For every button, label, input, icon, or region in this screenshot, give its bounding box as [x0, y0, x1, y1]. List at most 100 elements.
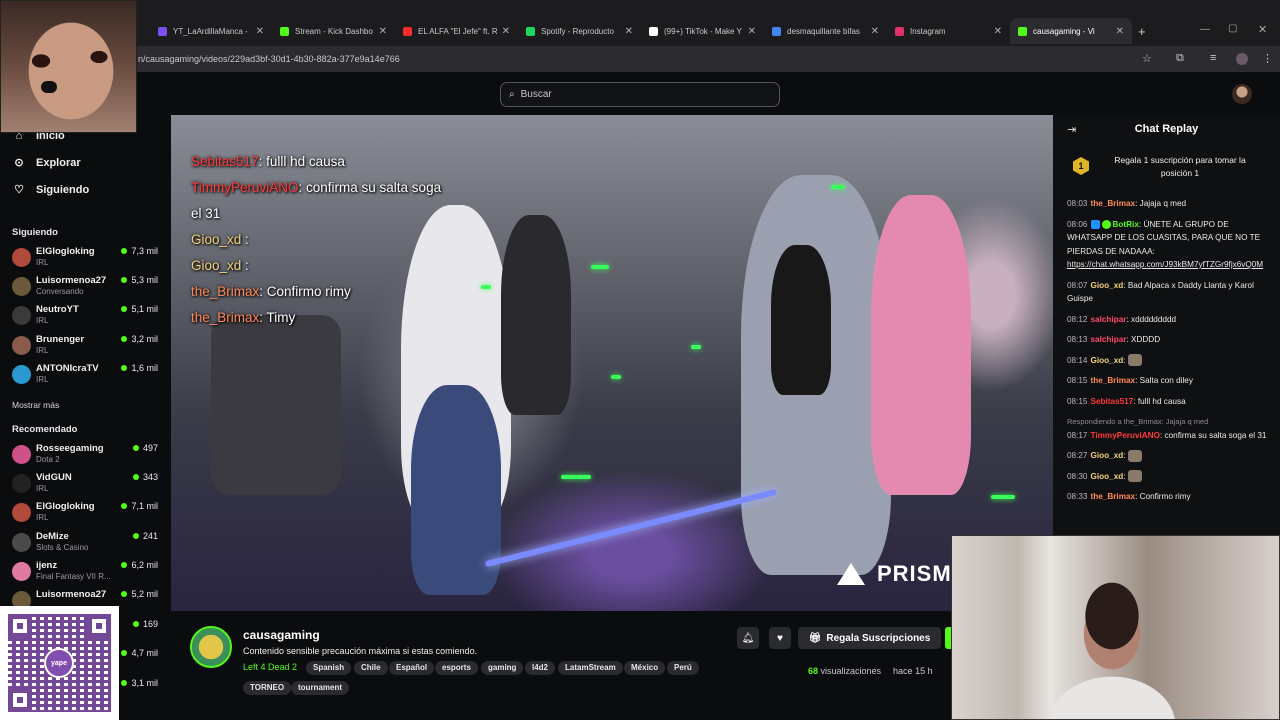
tag-chip[interactable]: Español: [389, 661, 435, 675]
browser-tab-bar: YT_LaArdillaManca - ✕ Stream - Kick Dashbo…: [0, 0, 1280, 46]
sidebar-channel[interactable]: Rosseegaming Dota 2 497: [12, 443, 162, 469]
user-avatar[interactable]: [1232, 84, 1252, 104]
browser-tab[interactable]: Stream - Kick Dashbo ✕: [272, 18, 395, 44]
tab-close-icon[interactable]: ✕: [625, 26, 633, 37]
chat-text: :: [1123, 471, 1126, 481]
browser-tab[interactable]: Instagram ✕: [887, 18, 1010, 44]
tag-chip[interactable]: l4d2: [525, 661, 556, 675]
channel-category: IRL: [36, 258, 49, 267]
chat-username[interactable]: Gioo_xd: [1091, 451, 1124, 460]
overlay-chat-text: :: [241, 232, 249, 247]
avatar: [12, 364, 31, 384]
tag-chip[interactable]: Chile: [354, 661, 388, 675]
video-chat-overlay: Sebitas517: fulll hd causa TimmyPeruviANO…: [191, 149, 451, 331]
chat-username[interactable]: salchipar: [1091, 335, 1127, 344]
search-bar[interactable]: ⌕: [500, 82, 780, 107]
tab-close-icon[interactable]: ✕: [256, 26, 264, 37]
gift-subs-button[interactable]: 🎁︎ Regala Suscripciones: [798, 627, 941, 649]
sidebar-channel[interactable]: ijenz Final Fantasy VII R... 6,2 mil: [12, 560, 162, 586]
maximize-icon[interactable]: ▢: [1228, 23, 1237, 34]
views-label: visualizaciones: [818, 666, 882, 676]
browser-tab[interactable]: (99+) TikTok - Make Y ✕: [641, 18, 764, 44]
tag-chip[interactable]: tournament: [291, 681, 349, 695]
nav-explore[interactable]: ⊙ Explorar: [12, 156, 80, 170]
notification-bell-icon[interactable]: 🔔︎: [737, 627, 759, 649]
tag-chip[interactable]: esports: [435, 661, 478, 675]
gift-leaderboard-banner[interactable]: 1 Regala 1 suscripción para tomar la pos…: [1053, 147, 1280, 185]
new-tab-button[interactable]: +: [1138, 24, 1146, 39]
tag-chip[interactable]: gaming: [481, 661, 524, 675]
viewer-count: 7,3 mil: [121, 246, 158, 256]
tag-chip[interactable]: Perú: [667, 661, 699, 675]
browser-tab[interactable]: desmaquillante bifas ✕: [764, 18, 887, 44]
chat-username[interactable]: the_Brimax: [1091, 199, 1136, 208]
chat-username[interactable]: the_Brimax: [1091, 376, 1136, 385]
chat-username[interactable]: BotRix: [1113, 220, 1139, 229]
tab-close-icon[interactable]: ✕: [502, 26, 510, 37]
extensions-icon[interactable]: ⧉: [1176, 52, 1184, 65]
category-link[interactable]: Left 4 Dead 2: [243, 662, 297, 672]
chat-username[interactable]: Gioo_xd: [1091, 356, 1124, 365]
tab-title: EL ALFA "El Jefe" ft. R: [418, 26, 498, 36]
tag-chip[interactable]: Spanish: [306, 661, 352, 675]
viewer-count: 5,2 mil: [121, 589, 158, 599]
viewer-count-text: 497: [142, 443, 158, 453]
browser-menu-icon[interactable]: ⋮: [1262, 52, 1273, 65]
chat-username[interactable]: Gioo_xd: [1091, 472, 1124, 481]
chat-link[interactable]: https://chat.whatsapp.com/J93kBM7yfTZGr9…: [1067, 260, 1263, 269]
tab-close-icon[interactable]: ✕: [748, 26, 756, 37]
channel-avatar[interactable]: [190, 626, 232, 668]
sidebar-channel[interactable]: VidGUN IRL 343: [12, 472, 162, 498]
sidebar-channel[interactable]: DeMize Slots & Casino 241: [12, 531, 162, 557]
chat-message: 08:14 Gioo_xd:: [1067, 354, 1267, 368]
media-control-icon[interactable]: ≡: [1210, 52, 1216, 64]
search-input[interactable]: [520, 89, 761, 100]
show-more-link[interactable]: Mostrar más: [12, 400, 59, 410]
reply-context: Respondiendo a the_Brimax: Jajaja q med: [1067, 417, 1209, 426]
minimize-icon[interactable]: —: [1200, 24, 1210, 35]
video-person: [501, 215, 571, 415]
sidebar-channel[interactable]: ANTONIcraTV IRL 1,6 mil: [12, 363, 162, 389]
browser-tab[interactable]: EL ALFA "El Jefe" ft. R ✕: [395, 18, 518, 44]
tab-close-icon[interactable]: ✕: [871, 26, 879, 37]
chat-username[interactable]: the_Brimax: [1091, 492, 1136, 501]
chat-username[interactable]: Gioo_xd: [1091, 281, 1124, 290]
nav-following[interactable]: ♡ Siguiendo: [12, 183, 89, 197]
tag-chip[interactable]: TORNEO: [243, 681, 292, 695]
laser-light: [611, 375, 621, 379]
tab-close-icon[interactable]: ✕: [379, 26, 387, 37]
tab-close-icon[interactable]: ✕: [1116, 26, 1124, 37]
video-player[interactable]: Sebitas517: fulll hd causa TimmyPeruviANO…: [171, 115, 1053, 611]
viewer-count-text: 3,2 mil: [131, 333, 158, 344]
browser-tab[interactable]: YT_LaArdillaManca - ✕: [150, 18, 272, 44]
browser-tab[interactable]: causagaming - Vi ✕: [1010, 18, 1132, 44]
viewer-count-text: 1,6 mil: [131, 362, 158, 373]
follow-heart-icon[interactable]: ♥: [769, 627, 791, 649]
chat-username[interactable]: Sebitas517: [1091, 397, 1134, 406]
chat-username[interactable]: TimmyPeruviANO: [1091, 431, 1160, 440]
tag-chip[interactable]: LatamStream: [558, 661, 623, 675]
close-window-icon[interactable]: ✕: [1258, 23, 1267, 36]
bookmark-star-icon[interactable]: ☆: [1142, 52, 1152, 65]
tag-chip[interactable]: México: [624, 661, 666, 675]
sidebar-channel[interactable]: Brunenger IRL 3,2 mil: [12, 334, 162, 360]
url-text[interactable]: n/causagaming/videos/229ad3bf-30d1-4b30-…: [138, 54, 400, 64]
tab-favicon-icon: [403, 26, 412, 36]
profile-icon[interactable]: [1236, 53, 1248, 65]
sidebar-channel[interactable]: Luisormenoa27 Conversando 5,3 mil: [12, 275, 162, 301]
live-dot-icon: [121, 503, 128, 510]
tab-favicon-icon: [649, 26, 658, 36]
sidebar-channel[interactable]: ElGlogloking IRL 7,3 mil: [12, 246, 162, 272]
chat-username[interactable]: salchipar: [1091, 315, 1127, 324]
gift-icon: 🎁︎: [808, 632, 822, 644]
channel-category: Final Fantasy VII R...: [36, 571, 111, 581]
sidebar-channel[interactable]: ElGlogloking IRL 7,1 mil: [12, 501, 162, 527]
channel-name[interactable]: causagaming: [243, 628, 320, 642]
tab-close-icon[interactable]: ✕: [994, 26, 1002, 37]
browser-tab[interactable]: Spotify - Reproducto ✕: [518, 18, 641, 44]
live-dot-icon: [121, 248, 128, 254]
live-dot-icon: [121, 306, 128, 313]
viewer-count-text: 343: [142, 472, 158, 483]
sidebar-channel[interactable]: NeutroYT IRL 5,1 mil: [12, 304, 162, 330]
viewer-count: 497: [132, 443, 158, 453]
